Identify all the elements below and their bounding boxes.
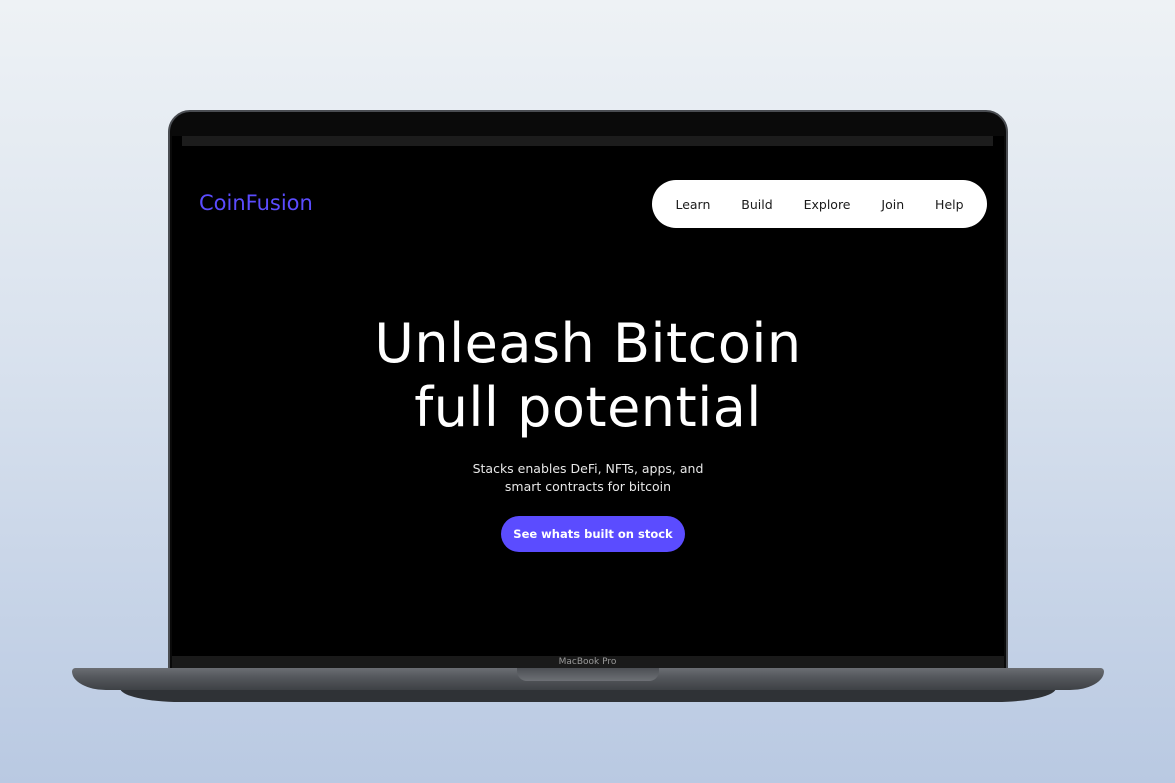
hero-subtitle-line-2: smart contracts for bitcoin xyxy=(504,479,672,494)
device-label: MacBook Pro xyxy=(558,657,617,667)
hero-subtitle: Stacks enables DeFi, NFTs, apps, and sma… xyxy=(172,460,1004,496)
hero-subtitle-line-1: Stacks enables DeFi, NFTs, apps, and xyxy=(472,461,704,476)
cta-button[interactable]: See whats built on stock xyxy=(501,516,685,552)
brand-logo[interactable]: CoinFusion xyxy=(199,191,313,215)
nav-item-join[interactable]: Join xyxy=(881,197,904,212)
hero-title-line-1: Unleash Bitcoin xyxy=(374,312,802,375)
nav-item-explore[interactable]: Explore xyxy=(804,197,851,212)
nav-bar: Learn Build Explore Join Help xyxy=(652,180,987,228)
nav-item-help[interactable]: Help xyxy=(935,197,964,212)
hero-title: Unleash Bitcoin full potential xyxy=(172,312,1004,440)
nav-item-build[interactable]: Build xyxy=(741,197,772,212)
nav-item-learn[interactable]: Learn xyxy=(675,197,710,212)
laptop-base-shadow xyxy=(120,688,1056,702)
laptop-notch xyxy=(517,668,659,681)
laptop-screen: CoinFusion Learn Build Explore Join Help… xyxy=(172,136,1004,656)
browser-bar xyxy=(182,136,993,146)
hero-title-line-2: full potential xyxy=(414,376,762,439)
